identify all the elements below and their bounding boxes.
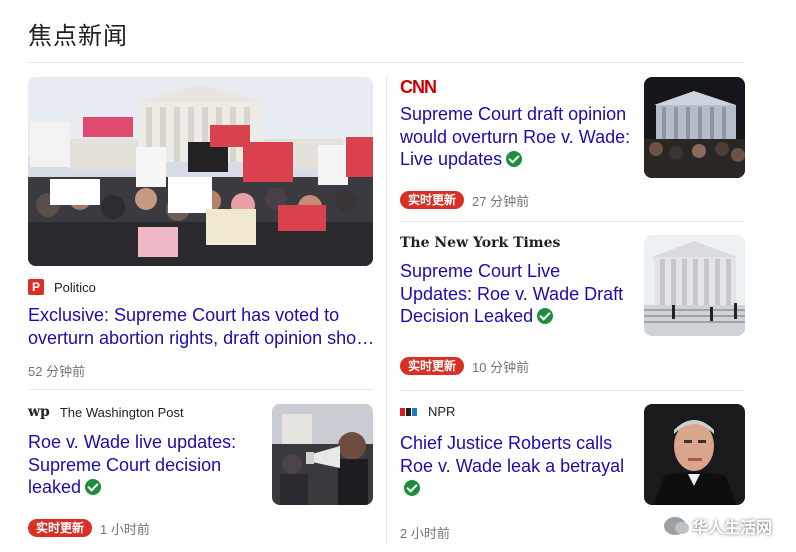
secondary-headline[interactable]: Roe v. Wade live updates: Supreme Court …	[28, 431, 258, 499]
right-story-2-line3-wrap: Decision Leaked	[400, 305, 635, 328]
right-story-3-source: NPR	[400, 404, 635, 419]
right-story-3-check-wrap	[400, 477, 635, 500]
right-story-2-image[interactable]	[644, 235, 745, 336]
secondary-headline-line1: Roe v. Wade live updates:	[28, 432, 237, 452]
right-story-3-line2: Roe v. Wade leak a betrayal	[400, 455, 625, 476]
nyt-logo-icon: The New York Times	[400, 235, 561, 251]
right-story-2-line1: Supreme Court Live	[400, 261, 561, 281]
night-court-crowd-image	[644, 77, 745, 178]
live-badge: 实时更新	[28, 519, 93, 537]
verified-check-icon	[404, 480, 420, 496]
right-story-1[interactable]: CNN Supreme Court draft opinion would ov…	[400, 77, 635, 210]
secondary-meta: 实时更新 1 小时前	[28, 519, 258, 538]
right-row-divider-1	[400, 221, 745, 222]
left-row-divider	[28, 389, 373, 390]
featured-meta: 52 分钟前	[28, 361, 376, 380]
secondary-time: 1 小时前	[100, 521, 150, 537]
featured-source-name: Politico	[54, 279, 96, 295]
verified-check-icon	[85, 479, 102, 495]
secondary-headline-line2: Supreme Court decision	[28, 454, 222, 475]
right-story-3-headline[interactable]: Chief Justice Roberts calls Roe v. Wade …	[400, 432, 635, 500]
right-story-3-time: 2 小时前	[400, 525, 450, 541]
right-story-1-line3: Live updates	[400, 149, 503, 169]
protest-scene-image	[28, 77, 373, 266]
washington-post-logo-icon: wp	[28, 404, 50, 420]
chief-justice-portrait-image	[644, 404, 745, 505]
featured-headline[interactable]: Exclusive: Supreme Court has voted to ov…	[28, 304, 376, 349]
section-title: 焦点新闻	[28, 23, 128, 50]
right-story-2-meta: 实时更新 10 分钟前	[400, 357, 635, 376]
right-story-1-line3-wrap: Live updates	[400, 148, 635, 171]
right-story-2-line3: Decision Leaked	[400, 306, 534, 326]
right-story-3[interactable]: NPR Chief Justice Roberts calls Roe v. W…	[400, 404, 635, 542]
live-badge: 实时更新	[400, 357, 465, 375]
right-story-3-source-name: NPR	[428, 404, 456, 419]
featured-headline-line2: overturn abortion rights, draft opinion …	[28, 327, 375, 348]
secondary-source: wp The Washington Post	[28, 404, 258, 420]
right-row-divider-2	[400, 390, 745, 391]
secondary-image[interactable]	[272, 404, 373, 505]
right-story-1-image[interactable]	[644, 77, 745, 178]
right-story-2[interactable]: The New York Times Supreme Court Live Up…	[400, 235, 635, 376]
featured-image[interactable]	[28, 77, 373, 266]
right-story-1-time: 27 分钟前	[472, 193, 530, 209]
watermark: 华人生活网	[663, 514, 772, 538]
politico-logo-icon: P	[28, 279, 44, 295]
top-divider	[28, 62, 744, 63]
verified-check-icon	[537, 308, 554, 324]
right-story-1-line2: would overturn Roe v. Wade:	[400, 126, 631, 147]
cnn-logo-icon: CNN	[400, 77, 437, 97]
megaphone-protest-image	[272, 404, 373, 505]
verified-check-icon	[506, 151, 523, 167]
right-story-3-line1: Chief Justice Roberts calls	[400, 433, 613, 453]
featured-source: P Politico	[28, 279, 376, 295]
right-story-2-time: 10 分钟前	[472, 359, 530, 375]
right-story-2-headline[interactable]: Supreme Court Live Updates: Roe v. Wade …	[400, 260, 635, 328]
secondary-headline-line3: leaked	[28, 477, 82, 497]
watermark-text: 华人生活网	[691, 520, 772, 537]
supreme-court-building-image	[644, 235, 745, 336]
column-divider	[386, 75, 387, 545]
featured-headline-line1: Exclusive: Supreme Court has voted to	[28, 305, 340, 325]
right-story-1-line1: Supreme Court draft opinion	[400, 104, 627, 124]
wechat-icon	[663, 517, 689, 535]
right-story-2-line2: Updates: Roe v. Wade Draft	[400, 283, 624, 304]
secondary-story[interactable]: wp The Washington Post Roe v. Wade live …	[28, 404, 258, 538]
right-story-1-meta: 实时更新 27 分钟前	[400, 191, 635, 210]
featured-story[interactable]: P Politico Exclusive: Supreme Court has …	[28, 279, 376, 380]
featured-time: 52 分钟前	[28, 364, 86, 379]
right-story-1-headline[interactable]: Supreme Court draft opinion would overtu…	[400, 103, 635, 171]
live-badge: 实时更新	[400, 191, 465, 209]
secondary-headline-line3-wrap: leaked	[28, 476, 258, 499]
secondary-source-name: The Washington Post	[59, 404, 184, 420]
right-story-3-meta: 2 小时前	[400, 523, 635, 542]
right-story-3-image[interactable]	[644, 404, 745, 505]
npr-logo-icon	[400, 407, 418, 416]
